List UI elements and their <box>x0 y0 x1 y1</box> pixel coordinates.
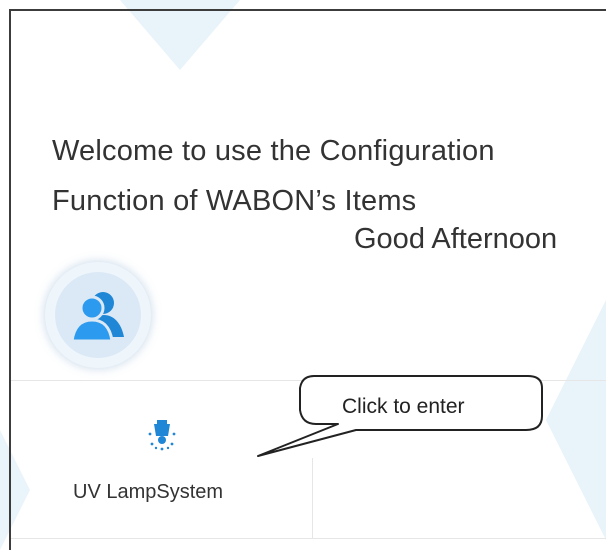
bottom-divider <box>11 538 606 539</box>
welcome-message: Welcome to use the Configuration Functio… <box>52 126 572 226</box>
callout-text: Click to enter <box>342 395 465 418</box>
users-icon <box>70 292 124 343</box>
welcome-line-1: Welcome to use the Configuration <box>52 135 495 167</box>
greeting-text: Good Afternoon <box>354 223 558 255</box>
tile-label: UV LampSystem <box>73 481 224 503</box>
lamp-icon <box>148 420 176 451</box>
app-screen: Welcome to use the Configuration Functio… <box>0 0 606 550</box>
tile-divider <box>312 458 313 538</box>
user-avatar[interactable] <box>45 262 151 368</box>
